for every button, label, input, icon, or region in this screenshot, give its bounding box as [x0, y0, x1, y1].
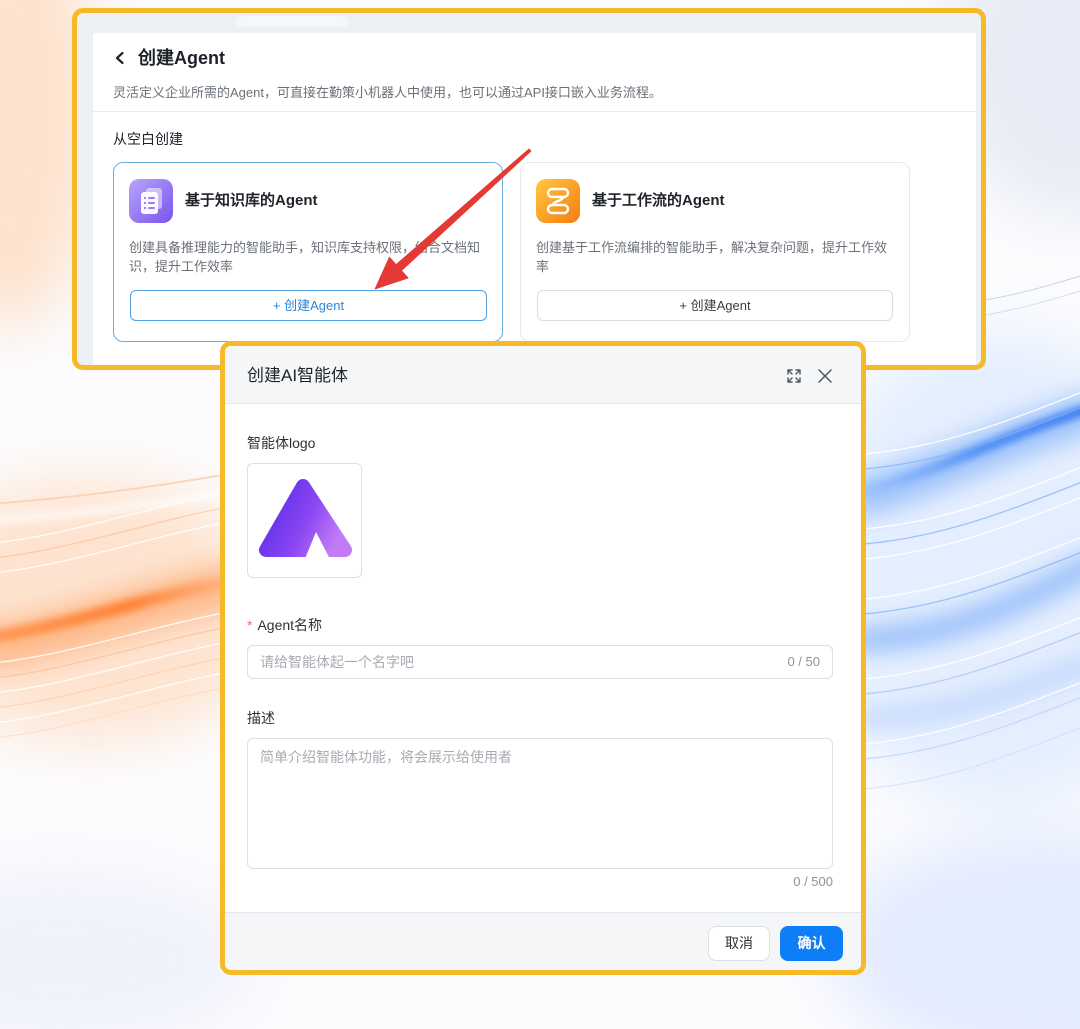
divider	[93, 111, 976, 112]
workflow-icon	[536, 179, 580, 223]
agent-name-input[interactable]	[248, 646, 832, 678]
name-label-text: Agent名称	[257, 617, 323, 633]
name-char-counter: 0 / 50	[787, 654, 820, 669]
dialog-title: 创建AI智能体	[247, 366, 349, 385]
card-title: 基于工作流的Agent	[592, 192, 725, 209]
dialog-header: 创建AI智能体	[225, 346, 861, 404]
close-icon[interactable]	[817, 368, 833, 384]
description-textarea[interactable]	[248, 739, 832, 868]
logo-uploader[interactable]	[247, 463, 362, 578]
description-field[interactable]	[247, 738, 833, 869]
confirm-button[interactable]: 确认	[780, 926, 843, 961]
expand-icon[interactable]	[786, 368, 802, 384]
agent-type-card-workflow[interactable]: 基于工作流的Agent 创建基于工作流编排的智能助手，解决复杂问题，提升工作效率…	[520, 162, 910, 342]
page-title: 创建Agent	[138, 48, 225, 68]
browser-tab[interactable]	[236, 16, 348, 26]
description-char-counter: 0 / 500	[793, 874, 833, 889]
description-label: 描述	[247, 710, 275, 726]
agent-name-field[interactable]: 0 / 50	[247, 645, 833, 679]
required-mark: *	[247, 617, 253, 633]
page-subtitle: 灵活定义企业所需的Agent，可直接在勤策小机器人中使用，也可以通过API接口嵌…	[113, 85, 662, 100]
knowledge-base-icon	[129, 179, 173, 223]
dialog-footer: 取消 确认	[225, 912, 861, 970]
chevron-left-icon[interactable]	[113, 51, 127, 65]
cancel-button[interactable]: 取消	[708, 926, 770, 961]
annotation-arrow	[374, 148, 532, 290]
agent-logo-icon	[259, 479, 352, 561]
card-description: 创建基于工作流编排的智能助手，解决复杂问题，提升工作效率	[536, 240, 888, 274]
logo-label: 智能体logo	[247, 435, 316, 451]
name-label: * Agent名称	[247, 615, 322, 635]
section-title: 从空白创建	[113, 131, 183, 147]
highlight-frame-create-dialog: 创建AI智能体 智能体logo *Agent名称 0	[220, 341, 866, 975]
create-workflow-agent-button[interactable]: + 创建Agent	[537, 290, 893, 321]
card-title: 基于知识库的Agent	[185, 192, 318, 209]
